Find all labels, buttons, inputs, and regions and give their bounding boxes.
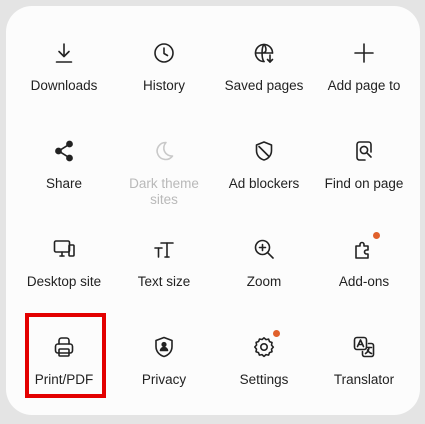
- globe-download-icon: [251, 40, 277, 66]
- menu-item-label: Add-ons: [338, 274, 390, 289]
- menu-item-label: Add page to: [327, 78, 401, 93]
- share-icon: [51, 138, 77, 164]
- menu-item-label: Downloads: [30, 78, 98, 93]
- menu-item-desktop-site[interactable]: Desktop site: [14, 228, 114, 326]
- zoom-in-icon: [251, 236, 277, 262]
- menu-item-label: Translator: [333, 372, 395, 387]
- highlight-box: [25, 313, 106, 398]
- menu-item-dark-theme-sites[interactable]: Dark theme sites: [114, 130, 214, 228]
- menu-item-zoom[interactable]: Zoom: [214, 228, 314, 326]
- menu-item-label: Privacy: [141, 372, 187, 387]
- shield-slash-icon: [251, 138, 277, 164]
- plus-icon: [351, 40, 377, 66]
- menu-item-saved-pages[interactable]: Saved pages: [214, 32, 314, 130]
- menu-item-label: Share: [45, 176, 83, 191]
- menu-item-downloads[interactable]: Downloads: [14, 32, 114, 130]
- text-size-icon: [151, 236, 177, 262]
- menu-item-label: Saved pages: [224, 78, 304, 93]
- translate-icon: [351, 334, 377, 360]
- menu-item-add-page-to[interactable]: Add page to: [314, 32, 414, 130]
- menu-item-label: Find on page: [324, 176, 404, 191]
- menu-item-find-on-page[interactable]: Find on page: [314, 130, 414, 228]
- menu-item-add-ons[interactable]: Add-ons: [314, 228, 414, 326]
- menu-item-label: Dark theme sites: [129, 176, 199, 207]
- menu-item-ad-blockers[interactable]: Ad blockers: [214, 130, 314, 228]
- gear-icon: [251, 330, 280, 360]
- notification-badge: [373, 232, 380, 239]
- menu-item-translator[interactable]: Translator: [314, 326, 414, 424]
- moon-icon: [151, 138, 177, 164]
- menu-item-label: History: [142, 78, 185, 93]
- menu-item-privacy[interactable]: Privacy: [114, 326, 214, 424]
- find-page-icon: [351, 138, 377, 164]
- menu-item-settings[interactable]: Settings: [214, 326, 314, 424]
- notification-badge: [273, 330, 280, 337]
- clock-icon: [151, 40, 177, 66]
- menu-item-share[interactable]: Share: [14, 130, 114, 228]
- desktop-icon: [51, 236, 77, 262]
- download-icon: [51, 40, 77, 66]
- menu-item-history[interactable]: History: [114, 32, 214, 130]
- menu-item-label: Settings: [239, 372, 289, 387]
- menu-item-label: Desktop site: [26, 274, 102, 289]
- puzzle-icon: [351, 232, 380, 262]
- menu-item-label: Text size: [137, 274, 191, 289]
- menu-item-text-size[interactable]: Text size: [114, 228, 214, 326]
- menu-item-label: Ad blockers: [228, 176, 300, 191]
- menu-item-label: Zoom: [246, 274, 282, 289]
- privacy-shield-icon: [151, 334, 177, 360]
